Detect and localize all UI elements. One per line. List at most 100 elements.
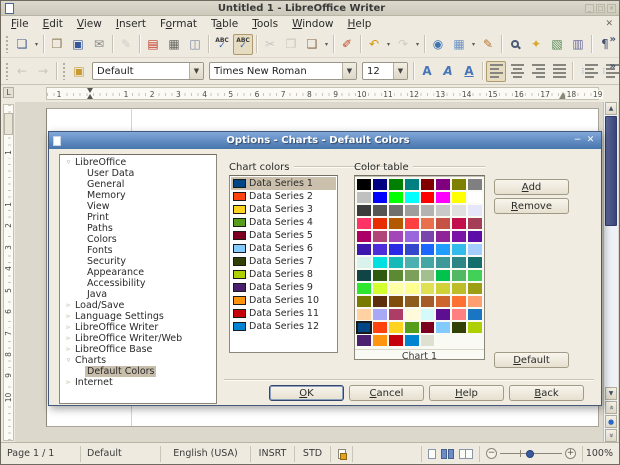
- color-swatch[interactable]: [436, 283, 450, 294]
- color-swatch[interactable]: [436, 296, 450, 307]
- undo-button[interactable]: ↶: [364, 34, 384, 55]
- document-modified-field[interactable]: [331, 446, 353, 462]
- color-swatch[interactable]: [389, 270, 403, 281]
- font-size-combobox[interactable]: 12 ▼: [362, 62, 408, 80]
- print-button[interactable]: ▦: [164, 34, 184, 55]
- zoom-in-icon[interactable]: +: [565, 448, 576, 459]
- scroll-up-icon[interactable]: ▲: [605, 102, 617, 115]
- color-swatch[interactable]: [357, 218, 371, 229]
- color-swatch[interactable]: [452, 205, 466, 216]
- color-swatch[interactable]: [421, 205, 435, 216]
- color-swatch[interactable]: [389, 179, 403, 190]
- color-swatch[interactable]: [357, 257, 371, 268]
- maximize-icon[interactable]: □: [596, 4, 605, 13]
- color-swatch[interactable]: [452, 309, 466, 320]
- color-swatch[interactable]: [373, 205, 387, 216]
- tree-item-print[interactable]: Print: [60, 212, 216, 223]
- color-swatch[interactable]: [452, 244, 466, 255]
- chart-color-row[interactable]: Data Series 1: [231, 177, 336, 190]
- color-swatch[interactable]: [357, 283, 371, 294]
- numbered-list-button[interactable]: [576, 61, 596, 82]
- gallery-button[interactable]: ▧: [547, 34, 567, 55]
- align-left-button[interactable]: [486, 61, 506, 82]
- expander-closed-icon[interactable]: ▹: [64, 377, 73, 388]
- color-swatch[interactable]: [373, 309, 387, 320]
- draw-functions-button[interactable]: ✎: [478, 34, 498, 55]
- italic-button[interactable]: A: [438, 61, 458, 82]
- color-swatch[interactable]: [452, 296, 466, 307]
- color-swatch[interactable]: [357, 335, 371, 346]
- tree-item-java[interactable]: Java: [60, 289, 216, 300]
- color-swatch[interactable]: [421, 257, 435, 268]
- left-margin-marker[interactable]: [87, 88, 94, 99]
- redo-dropdown-icon[interactable]: ▾: [414, 41, 421, 48]
- color-swatch[interactable]: [421, 309, 435, 320]
- chart-color-row[interactable]: Data Series 5: [231, 229, 336, 242]
- underline-button[interactable]: A: [459, 61, 479, 82]
- hyperlink-button[interactable]: ◉: [428, 34, 448, 55]
- color-swatch[interactable]: [468, 257, 482, 268]
- color-swatch[interactable]: [405, 257, 419, 268]
- zoom-out-icon[interactable]: −: [486, 448, 497, 459]
- cancel-button[interactable]: Cancel: [349, 385, 424, 401]
- color-swatch[interactable]: [405, 296, 419, 307]
- chart-color-row[interactable]: Data Series 12: [231, 320, 336, 333]
- insert-mode-field[interactable]: INSRT: [251, 446, 295, 462]
- tree-item-accessibility[interactable]: Accessibility: [60, 278, 216, 289]
- color-swatch[interactable]: [421, 218, 435, 229]
- color-swatch[interactable]: [452, 192, 466, 203]
- color-swatch[interactable]: [373, 244, 387, 255]
- vertical-scrollbar[interactable]: ▲ ▼ » ● »: [603, 102, 618, 442]
- options-category-tree[interactable]: ▿LibreOfficeUser DataGeneralMemoryViewPr…: [59, 154, 217, 404]
- color-swatch[interactable]: [468, 296, 482, 307]
- tree-item-charts[interactable]: ▿Charts: [60, 355, 216, 366]
- tree-item-paths[interactable]: Paths: [60, 223, 216, 234]
- color-swatch[interactable]: [357, 296, 371, 307]
- ok-button[interactable]: OK: [269, 385, 344, 401]
- chevron-down-icon[interactable]: ▼: [342, 63, 356, 79]
- color-swatch[interactable]: [373, 270, 387, 281]
- expander-closed-icon[interactable]: ▹: [64, 311, 73, 322]
- align-center-button[interactable]: [507, 61, 527, 82]
- tree-item-appearance[interactable]: Appearance: [60, 267, 216, 278]
- paragraph-style-value[interactable]: Default: [93, 66, 189, 77]
- tree-item-view[interactable]: View: [60, 201, 216, 212]
- language-field[interactable]: English (USA): [161, 446, 251, 462]
- single-page-view-icon[interactable]: [428, 449, 436, 459]
- page-preview-button[interactable]: ◫: [185, 34, 205, 55]
- chart-color-row[interactable]: Data Series 7: [231, 255, 336, 268]
- chart-color-row[interactable]: Data Series 2: [231, 190, 336, 203]
- title-bar[interactable]: Untitled 1 - LibreOffice Writer _ □ ×: [1, 1, 619, 16]
- menu-insert[interactable]: Insert: [109, 18, 153, 30]
- paragraph-style-combobox[interactable]: Default ▼: [92, 62, 204, 80]
- color-swatch[interactable]: [357, 205, 371, 216]
- color-swatch[interactable]: [421, 231, 435, 242]
- minimize-icon[interactable]: _: [585, 4, 594, 13]
- color-swatch[interactable]: [405, 231, 419, 242]
- chart-color-row[interactable]: Data Series 9: [231, 281, 336, 294]
- color-swatch[interactable]: [436, 218, 450, 229]
- color-swatch[interactable]: [452, 283, 466, 294]
- color-swatch[interactable]: [389, 192, 403, 203]
- new-document-button[interactable]: ❏: [12, 34, 32, 55]
- tree-item-colors[interactable]: Colors: [60, 234, 216, 245]
- send-email-button[interactable]: ✉: [89, 34, 109, 55]
- menu-tools[interactable]: Tools: [245, 18, 285, 30]
- dialog-title-bar[interactable]: Options - Charts - Default Colors − ✕: [49, 132, 601, 149]
- chart-color-row[interactable]: Data Series 6: [231, 242, 336, 255]
- menu-window[interactable]: Window: [285, 18, 340, 30]
- expander-open-icon[interactable]: ▿: [64, 157, 73, 168]
- color-swatch[interactable]: [389, 296, 403, 307]
- color-swatch[interactable]: [373, 296, 387, 307]
- page-count-field[interactable]: Page 1 / 1: [1, 446, 81, 462]
- color-swatch[interactable]: [389, 218, 403, 229]
- color-swatch[interactable]: [373, 231, 387, 242]
- zoom-slider-thumb[interactable]: [526, 450, 534, 458]
- tree-item-load-save[interactable]: ▹Load/Save: [60, 300, 216, 311]
- color-swatch[interactable]: [468, 244, 482, 255]
- color-swatch[interactable]: [373, 322, 387, 333]
- toolbar-grip[interactable]: [5, 62, 9, 80]
- data-sources-button[interactable]: ▥: [568, 34, 588, 55]
- color-swatch[interactable]: [468, 205, 482, 216]
- menu-table[interactable]: Table: [204, 18, 245, 30]
